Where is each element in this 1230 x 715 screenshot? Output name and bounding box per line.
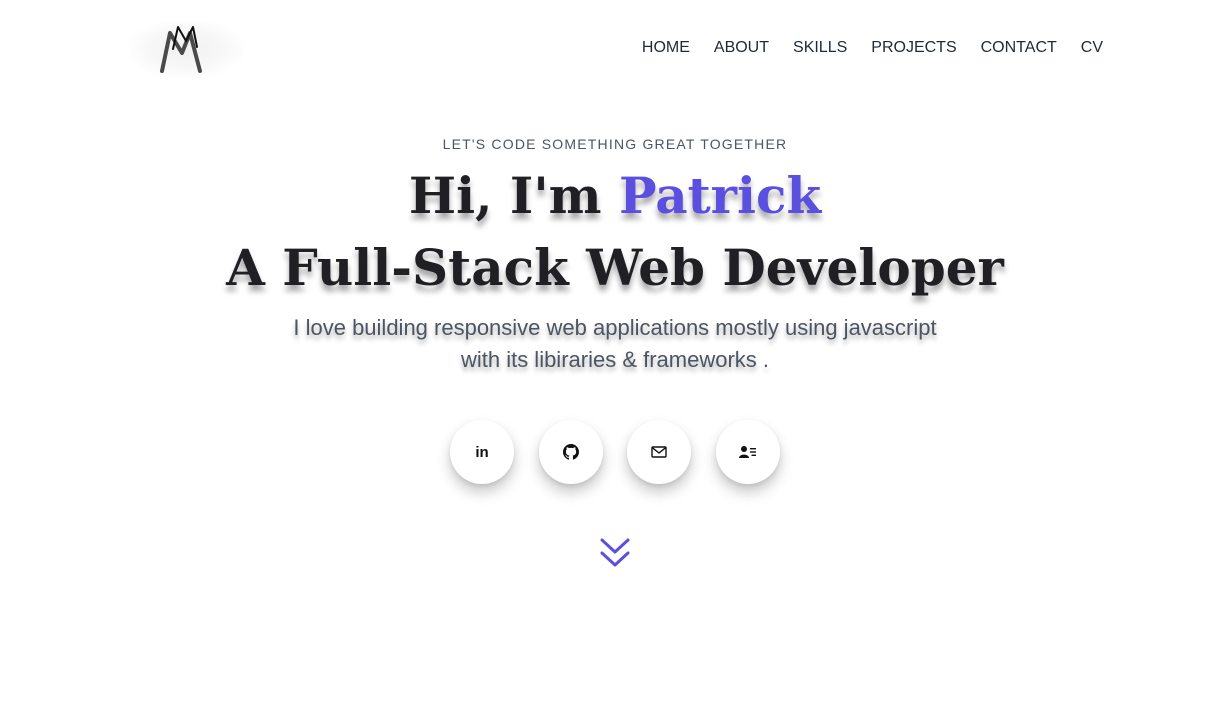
linkedin-button[interactable]: in xyxy=(450,420,514,484)
github-button[interactable] xyxy=(539,420,603,484)
hero-tagline: LET'S CODE SOMETHING GREAT TOGETHER xyxy=(442,136,788,152)
hero-description: I love building responsive web applicati… xyxy=(0,312,1230,376)
email-button[interactable] xyxy=(627,420,691,484)
hero-title: A Full-Stack Web Developer xyxy=(226,238,1004,297)
scroll-down-button[interactable] xyxy=(600,536,630,570)
site-header: HOME ABOUT SKILLS PROJECTS CONTACT CV xyxy=(0,0,1230,100)
m-logo-icon xyxy=(160,26,202,73)
nav-item-contact[interactable]: CONTACT xyxy=(981,39,1057,57)
nav-item-skills[interactable]: SKILLS xyxy=(793,39,847,57)
description-line-2: with its libiraries & frameworks . xyxy=(460,347,770,372)
main-nav: HOME ABOUT SKILLS PROJECTS CONTACT CV xyxy=(642,39,1103,57)
contact-card-button[interactable] xyxy=(716,420,780,484)
nav-item-about[interactable]: ABOUT xyxy=(714,39,769,57)
greeting-text: Hi, I'm xyxy=(408,166,619,225)
double-chevron-down-icon xyxy=(600,538,630,567)
description-line-1: I love building responsive web applicati… xyxy=(293,315,937,340)
nav-item-cv[interactable]: CV xyxy=(1081,39,1103,57)
nav-item-projects[interactable]: PROJECTS xyxy=(871,39,956,57)
social-links: in xyxy=(450,420,780,484)
hero-name: Patrick xyxy=(618,166,822,225)
logo[interactable] xyxy=(128,20,244,78)
hero-greeting: Hi, I'm Patrick xyxy=(0,166,1230,226)
mail-icon xyxy=(651,446,667,458)
linkedin-icon: in xyxy=(475,443,489,461)
github-icon xyxy=(563,444,579,460)
nav-item-home[interactable]: HOME xyxy=(642,39,690,57)
contact-card-icon xyxy=(739,446,756,458)
